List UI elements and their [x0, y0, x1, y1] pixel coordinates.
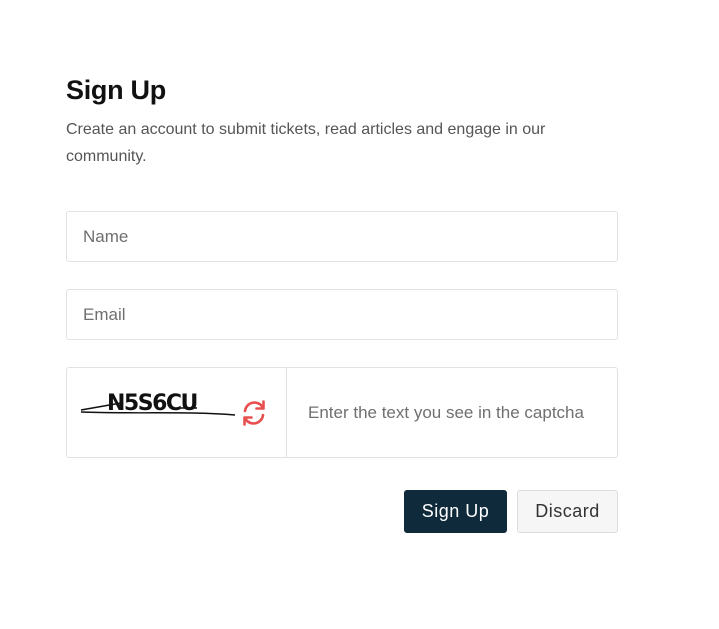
- captcha-image: N5S6CU: [80, 391, 236, 416]
- captcha-image-area: N5S6CU: [67, 368, 287, 457]
- captcha-input[interactable]: [287, 368, 617, 457]
- name-input[interactable]: [67, 212, 617, 261]
- captcha-input-area: [287, 368, 617, 457]
- signup-form: Sign Up Create an account to submit tick…: [66, 72, 618, 533]
- page-title: Sign Up: [66, 75, 166, 105]
- sign-up-button[interactable]: Sign Up: [404, 490, 507, 533]
- page-subtitle: Create an account to submit tickets, rea…: [66, 121, 546, 165]
- signup-page: Sign Up Create an account to submit tick…: [0, 0, 719, 629]
- name-field-container: [66, 211, 618, 262]
- email-input[interactable]: [67, 290, 617, 339]
- form-actions: Sign Up Discard: [404, 490, 618, 533]
- email-field-container: [66, 289, 618, 340]
- discard-button[interactable]: Discard: [517, 490, 618, 533]
- captcha-container: N5S6CU: [66, 367, 618, 458]
- refresh-icon[interactable]: [239, 398, 269, 428]
